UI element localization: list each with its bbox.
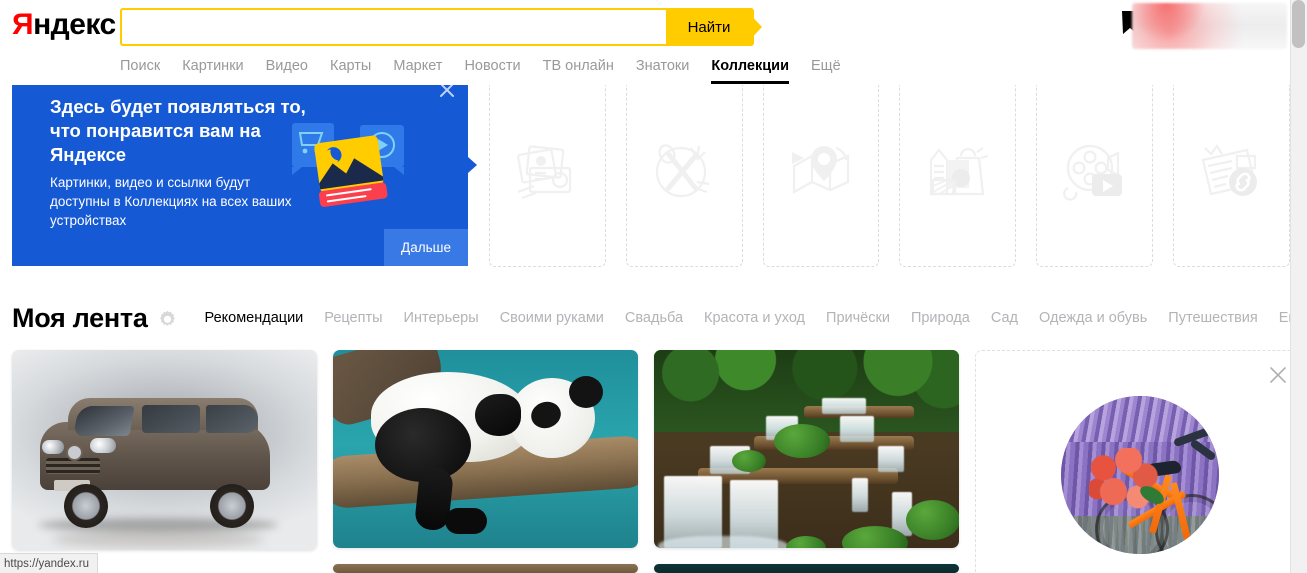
service-nav: Поиск Картинки Видео Карты Маркет Новост…	[120, 56, 841, 84]
hero-row: Здесь будет появляться то, что понравитс…	[0, 85, 1290, 268]
close-icon[interactable]	[438, 85, 456, 99]
film-reel-icon	[1062, 142, 1128, 209]
feed-tab-clothing[interactable]: Одежда и обувь	[1039, 308, 1147, 328]
feed-column-2	[333, 350, 638, 573]
yandex-collections-page: Яндекс Найти Поиск Картинки Видео Карты …	[0, 0, 1307, 573]
nav-item-search[interactable]: Поиск	[120, 56, 160, 84]
close-icon[interactable]	[1268, 365, 1288, 390]
gear-icon[interactable]	[158, 310, 177, 329]
map-pin-icon	[788, 142, 854, 209]
placeholder-card-recipes[interactable]	[625, 85, 743, 267]
nav-item-znatoki[interactable]: Знатоки	[636, 56, 690, 84]
placeholder-card-shopping[interactable]	[899, 85, 1017, 267]
feed-tab-beauty[interactable]: Красота и уход	[704, 308, 805, 328]
placeholder-card-video[interactable]	[1036, 85, 1154, 267]
promo-illustration	[290, 117, 410, 217]
feed-column-3	[654, 350, 959, 573]
partial-image-1	[333, 563, 638, 573]
nav-item-news[interactable]: Новости	[464, 56, 520, 84]
feed-card-waterfall[interactable]	[654, 350, 959, 548]
promo-next-button[interactable]: Дальше	[384, 229, 468, 266]
feed-grid	[12, 350, 1305, 573]
feed-tab-garden[interactable]: Сад	[991, 308, 1018, 328]
feed-tab-interiors[interactable]: Интерьеры	[404, 308, 479, 328]
page-scrollbar-track[interactable]	[1290, 0, 1307, 573]
user-account-area[interactable]	[1132, 3, 1287, 49]
nav-item-video[interactable]: Видео	[266, 56, 308, 84]
nav-item-maps[interactable]: Карты	[330, 56, 371, 84]
placeholder-card-maps[interactable]	[762, 85, 880, 267]
placeholder-card-strip	[489, 85, 1290, 267]
cooking-icon	[651, 142, 717, 209]
nav-item-tv-online[interactable]: ТВ онлайн	[543, 56, 614, 84]
logo-rest: ндекс	[33, 8, 116, 41]
feed-tab-recommendations[interactable]: Рекомендации	[205, 308, 304, 328]
promo-carousel-arrow[interactable]	[468, 157, 477, 173]
placeholder-card-links[interactable]	[1173, 85, 1290, 267]
feed-card-panda[interactable]	[333, 350, 638, 548]
promo-banner[interactable]: Здесь будет появляться то, что понравитс…	[12, 85, 468, 266]
nav-item-market[interactable]: Маркет	[393, 56, 442, 84]
feed-column-1	[12, 350, 317, 573]
panda-image	[333, 350, 638, 548]
feed-tab-list: Рекомендации Рецепты Интерьеры Своими ру…	[205, 308, 1307, 328]
link-article-icon	[1199, 142, 1265, 209]
feed-tab-wedding[interactable]: Свадьба	[625, 308, 683, 328]
waterfall-image	[654, 350, 959, 548]
placeholder-card-photos[interactable]	[489, 85, 606, 267]
search-bar: Найти	[120, 8, 754, 46]
yandex-logo[interactable]: Яндекс	[12, 8, 116, 42]
search-input[interactable]	[120, 8, 666, 46]
feed-header: Моя лента Рекомендации Рецепты Интерьеры…	[12, 298, 1307, 338]
search-button-arrow	[744, 8, 762, 46]
feed-card-partial-2[interactable]	[654, 563, 959, 573]
logo-letter-ya: Я	[12, 8, 34, 41]
bicycle-lavender-image	[1061, 395, 1219, 554]
feed-tab-travel[interactable]: Путешествия	[1168, 308, 1257, 328]
promo-subtitle: Картинки, видео и ссылки будут доступны …	[50, 175, 292, 228]
nav-item-more[interactable]: Ещё	[811, 56, 841, 84]
feed-card-partial-1[interactable]	[333, 563, 638, 573]
page-content: Здесь будет появляться то, что понравитс…	[0, 85, 1307, 573]
photos-icon	[514, 142, 580, 209]
feed-tab-nature[interactable]: Природа	[911, 308, 970, 328]
van-image	[12, 350, 317, 550]
browser-status-bar: https://yandex.ru	[0, 553, 99, 573]
feed-card-bicycle[interactable]	[975, 350, 1305, 573]
shopping-bag-icon	[925, 142, 991, 209]
feed-tab-recipes[interactable]: Рецепты	[324, 308, 382, 328]
feed-tab-hairstyles[interactable]: Причёски	[826, 308, 890, 328]
page-scrollbar-thumb[interactable]	[1292, 0, 1305, 48]
search-button[interactable]: Найти	[666, 8, 754, 46]
partial-image-2	[654, 563, 959, 573]
nav-item-images[interactable]: Картинки	[182, 56, 243, 84]
feed-tab-diy[interactable]: Своими руками	[500, 308, 604, 328]
nav-item-collections[interactable]: Коллекции	[711, 56, 789, 84]
page-header: Яндекс Найти Поиск Картинки Видео Карты …	[0, 0, 1290, 86]
feed-title: Моя лента	[12, 303, 148, 333]
promo-title: Здесь будет появляться то, что понравитс…	[50, 96, 306, 165]
feed-card-van[interactable]	[12, 350, 317, 550]
